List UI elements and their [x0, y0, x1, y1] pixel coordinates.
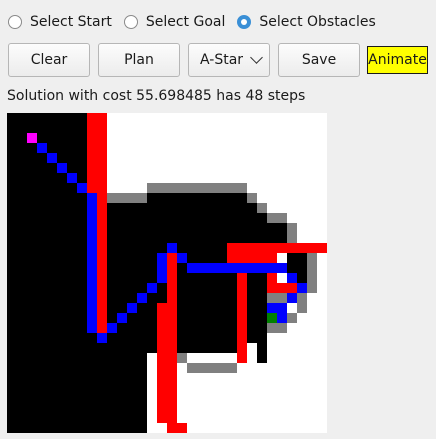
path-cell: [67, 173, 77, 183]
algorithm-select-value: A-Star: [200, 52, 244, 68]
swept-boundary-cell: [227, 243, 327, 253]
path-cell: [87, 243, 97, 253]
inflated-obstacle-cell: [267, 213, 287, 223]
start-marker: [27, 133, 37, 143]
path-cell: [87, 273, 97, 283]
swept-boundary-cell: [227, 253, 277, 263]
path-cell: [267, 263, 277, 273]
solution-status-text: Solution with cost 55.698485 has 48 step…: [7, 88, 306, 104]
swept-boundary-cell: [97, 113, 107, 243]
radio-select-goal[interactable]: Select Goal: [123, 14, 226, 30]
planning-grid-canvas[interactable]: [7, 113, 327, 433]
inflated-obstacle-cell: [187, 363, 237, 373]
path-cell: [207, 263, 217, 273]
path-cell: [287, 273, 297, 283]
path-cell: [87, 223, 97, 233]
path-cell: [117, 313, 127, 323]
inflated-obstacle-cell: [147, 183, 247, 193]
path-cell: [187, 263, 197, 273]
path-cell: [77, 183, 87, 193]
goal-marker: [267, 313, 277, 323]
radio-label-select-goal: Select Goal: [145, 14, 226, 30]
save-button[interactable]: Save: [278, 43, 360, 77]
swept-boundary-cell: [87, 113, 97, 183]
path-cell: [87, 213, 97, 223]
path-cell: [267, 303, 277, 313]
path-cell: [227, 263, 237, 273]
plan-button[interactable]: Plan: [98, 43, 180, 77]
path-cell: [127, 303, 137, 313]
radio-indicator: [8, 15, 22, 29]
inflated-obstacle-cell: [177, 353, 187, 363]
swept-boundary-cell: [267, 283, 297, 293]
clear-button[interactable]: Clear: [8, 43, 90, 77]
path-cell: [157, 263, 167, 273]
path-cell: [87, 203, 97, 213]
algorithm-select[interactable]: A-Star: [188, 43, 270, 77]
path-cell: [217, 263, 227, 273]
path-cell: [197, 263, 207, 273]
swept-boundary-cell: [267, 273, 277, 283]
path-cell: [257, 263, 267, 273]
path-cell: [87, 313, 97, 323]
radio-label-select-start: Select Start: [30, 14, 112, 30]
path-cell: [277, 303, 287, 313]
inflated-obstacle-cell: [297, 293, 307, 313]
path-cell: [87, 283, 97, 293]
inflated-obstacle-cell: [257, 203, 267, 213]
inflated-obstacle-cell: [267, 323, 287, 333]
path-cell: [247, 263, 257, 273]
swept-boundary-cell: [237, 263, 247, 363]
inflated-obstacle-cell: [287, 223, 297, 243]
path-cell: [87, 263, 97, 273]
path-cell: [237, 263, 247, 273]
radio-label-select-obstacles: Select Obstacles: [259, 14, 376, 30]
inflated-obstacle-cell: [107, 193, 137, 203]
path-cell: [37, 143, 47, 153]
radio-indicator-checked: [237, 15, 252, 29]
path-cell: [47, 153, 57, 163]
path-cell: [287, 293, 297, 303]
inflated-obstacle-cell: [287, 313, 297, 323]
inflated-obstacle-cell: [307, 253, 317, 283]
path-cell: [107, 323, 117, 333]
path-cell: [87, 293, 97, 303]
swept-boundary-cell: [167, 253, 177, 423]
radio-select-start[interactable]: Select Start: [8, 14, 112, 30]
swept-boundary-cell: [157, 303, 167, 423]
path-cell: [157, 273, 167, 283]
path-cell: [97, 333, 107, 343]
swept-boundary-cell: [97, 243, 107, 343]
path-cell: [277, 313, 287, 323]
radio-indicator: [123, 15, 138, 29]
mode-radio-group: Select Start Select Goal Select Obstacle…: [8, 11, 388, 33]
path-cell: [157, 253, 167, 263]
path-cell: [87, 253, 97, 263]
swept-boundary-cell: [167, 423, 187, 433]
obstacle-cell: [257, 213, 267, 243]
inflated-obstacle-cell: [247, 193, 257, 203]
animate-button[interactable]: Animate: [367, 46, 428, 74]
path-cell: [57, 163, 67, 173]
path-cell: [87, 193, 97, 203]
chevron-down-icon: [250, 51, 263, 64]
path-cell: [167, 243, 177, 253]
path-cell: [87, 323, 97, 333]
swept-boundary-cell: [167, 403, 177, 423]
path-cell: [87, 303, 97, 313]
planning-grid: [7, 113, 327, 433]
path-cell: [297, 283, 307, 293]
path-cell: [137, 293, 147, 303]
path-cell: [87, 233, 97, 243]
path-cell: [177, 253, 187, 263]
path-cell: [147, 283, 157, 293]
path-cell: [277, 263, 287, 273]
radio-select-obstacles[interactable]: Select Obstacles: [237, 14, 376, 30]
obstacle-cell: [107, 203, 147, 213]
inflated-obstacle-cell: [307, 283, 317, 293]
